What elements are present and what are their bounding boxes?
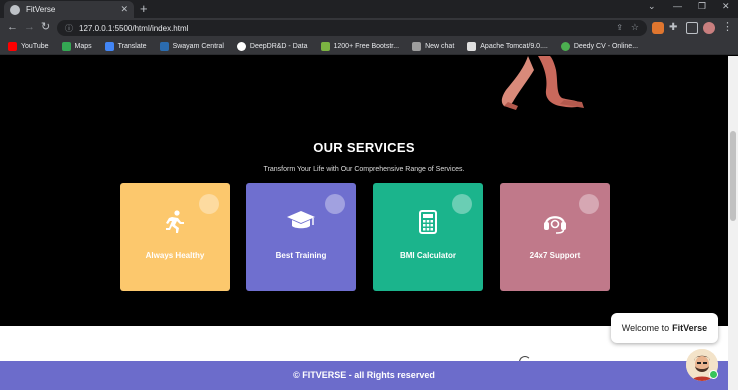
- tab-close-icon[interactable]: ✕: [120, 4, 128, 15]
- footer: © FITVERSE - all Rights reserved: [0, 361, 728, 390]
- bookmark-youtube[interactable]: YouTube: [8, 41, 49, 51]
- bookmark-maps[interactable]: Maps: [61, 41, 92, 51]
- tab-title: FitVerse: [26, 5, 56, 14]
- side-panel-icon[interactable]: [686, 22, 698, 34]
- new-tab-button[interactable]: +: [140, 2, 148, 16]
- globe-icon: [10, 4, 20, 15]
- graduation-cap-icon: [246, 210, 356, 236]
- maps-icon: [61, 41, 71, 51]
- bookmark-new-chat[interactable]: New chat: [412, 41, 454, 51]
- site-info-icon[interactable]: ⓘ: [65, 23, 73, 34]
- service-card-label: 24x7 Support: [529, 251, 581, 260]
- calculator-icon: [373, 210, 483, 236]
- headset-icon: [500, 210, 610, 236]
- extensions-puzzle-icon[interactable]: ✚: [669, 22, 681, 34]
- bookmark-star-icon[interactable]: ☆: [631, 22, 639, 33]
- overleaf-icon: [560, 41, 570, 51]
- service-card-label: Always Healthy: [145, 251, 205, 260]
- tab-search-icon[interactable]: ⌄: [648, 1, 656, 12]
- bookmark-deedy-cv[interactable]: Deedy CV - Online...: [560, 41, 638, 51]
- online-status-dot: [709, 370, 718, 379]
- maximize-button[interactable]: ❐: [698, 1, 706, 12]
- service-card-always-healthy[interactable]: Always Healthy: [120, 183, 230, 291]
- browser-tab[interactable]: FitVerse ✕: [4, 1, 134, 18]
- browser-toolbar: ← → ↻ ⓘ 127.0.0.1:5500/html/index.html ⇪…: [0, 18, 738, 38]
- service-card-label: Best Training: [275, 251, 327, 260]
- tomcat-icon: [467, 41, 477, 51]
- browser-tab-bar: FitVerse ✕ + ⌄ — ❐ ✕: [0, 0, 738, 18]
- close-window-button[interactable]: ✕: [722, 1, 730, 12]
- running-person-icon: [120, 210, 230, 236]
- service-card-bmi-calculator[interactable]: BMI Calculator: [373, 183, 483, 291]
- swayam-icon: [159, 41, 169, 51]
- share-icon[interactable]: ⇪: [616, 23, 623, 32]
- scrollbar-thumb[interactable]: [730, 131, 736, 221]
- profile-avatar[interactable]: [703, 22, 715, 34]
- chat-icon: [412, 41, 422, 51]
- bookmark-bootstrap[interactable]: 1200+ Free Bootstr...: [320, 41, 399, 51]
- reload-icon[interactable]: ↻: [41, 21, 50, 34]
- url-text: 127.0.0.1:5500/html/index.html: [79, 23, 189, 33]
- services-title: OUR SERVICES: [313, 140, 415, 155]
- chat-welcome-bubble[interactable]: Welcome to FitVerse: [611, 313, 718, 343]
- bookmark-deepdrd[interactable]: DeepDR&D - Data: [236, 41, 308, 51]
- translate-icon: [104, 41, 114, 51]
- globe-icon: [236, 41, 246, 51]
- bookmarks-bar: YouTube Maps Translate Swayam Central De…: [0, 38, 738, 55]
- chat-welcome-text: Welcome to: [621, 323, 670, 333]
- service-card-label: BMI Calculator: [399, 251, 456, 260]
- service-card-support[interactable]: 24x7 Support: [500, 183, 610, 291]
- page-scrollbar[interactable]: [728, 56, 738, 390]
- bookmark-swayam[interactable]: Swayam Central: [159, 41, 224, 51]
- muscle-figure-image: [501, 56, 584, 110]
- bookmark-translate[interactable]: Translate: [104, 41, 147, 51]
- menu-kebab-icon[interactable]: ⋮: [722, 21, 733, 34]
- service-card-best-training[interactable]: Best Training: [246, 183, 356, 291]
- forward-icon[interactable]: →: [24, 21, 35, 34]
- bookmark-tomcat[interactable]: Apache Tomcat/9.0....: [467, 41, 548, 51]
- chat-brand-name: FitVerse: [672, 323, 708, 333]
- extension-fox-icon[interactable]: [652, 22, 664, 34]
- back-icon[interactable]: ←: [7, 21, 18, 34]
- services-subtitle: Transform Your Life with Our Comprehensi…: [263, 166, 465, 173]
- youtube-icon: [8, 41, 17, 51]
- leaf-icon: [320, 41, 330, 51]
- address-bar[interactable]: ⓘ 127.0.0.1:5500/html/index.html ⇪ ☆: [57, 20, 647, 36]
- minimize-button[interactable]: —: [673, 1, 682, 11]
